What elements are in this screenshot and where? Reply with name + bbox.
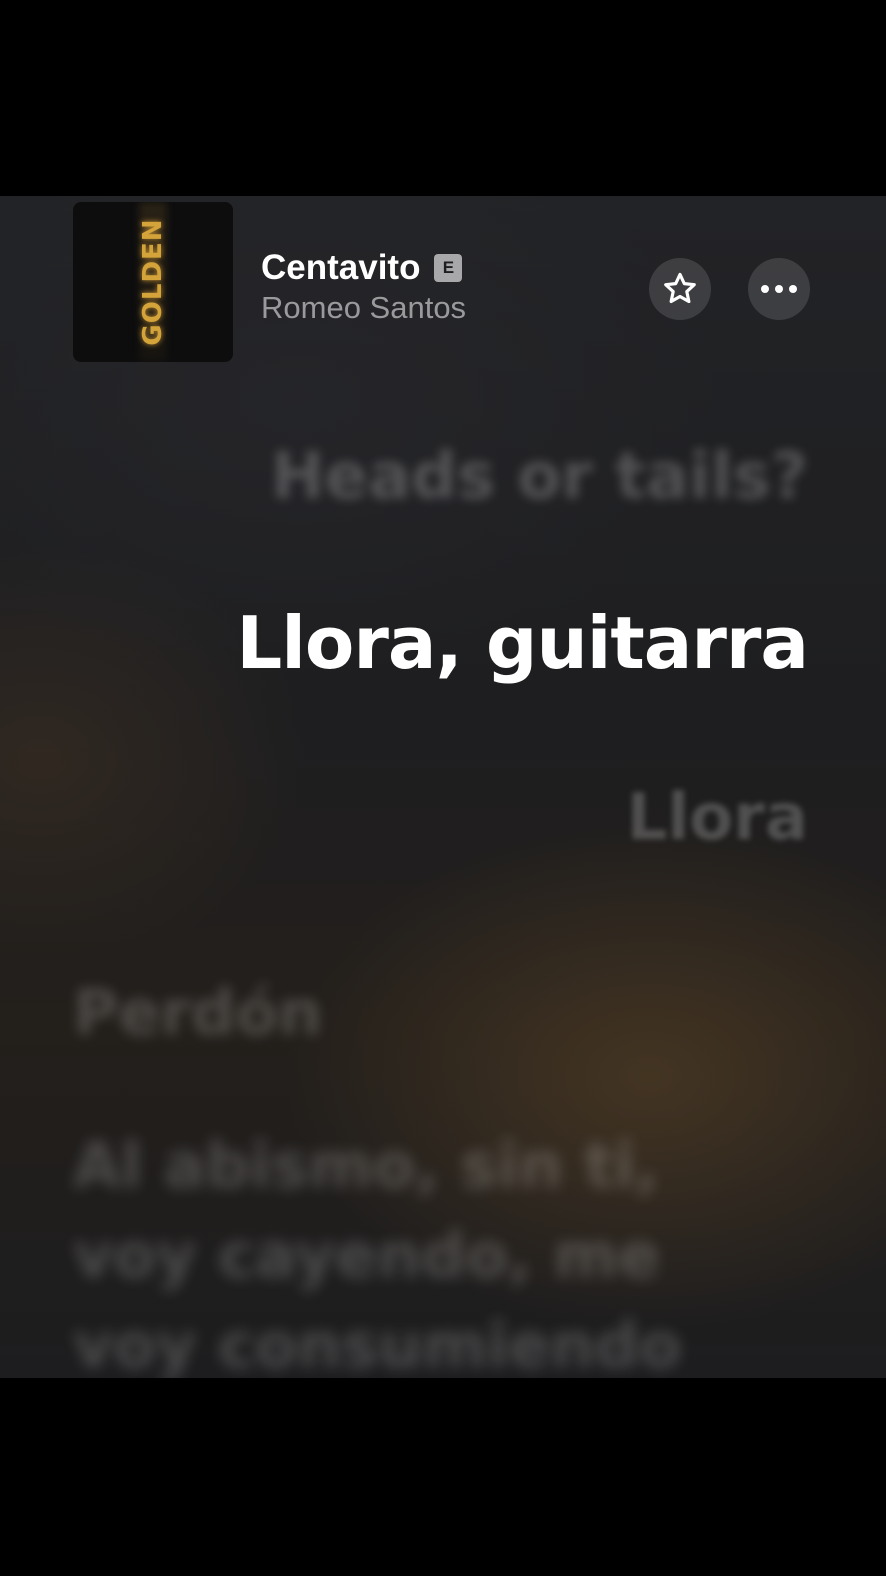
star-icon xyxy=(664,272,696,304)
track-artist[interactable]: Romeo Santos xyxy=(261,290,466,326)
lyric-line-previous[interactable]: Heads or tails? xyxy=(271,440,808,514)
lyrics-player: GOLDEN Centavito E Romeo Santos Heads or… xyxy=(0,196,886,1378)
more-options-button[interactable] xyxy=(748,258,810,320)
album-art-logo: GOLDEN xyxy=(138,218,168,346)
favorite-button[interactable] xyxy=(649,258,711,320)
lyric-line-upcoming-block[interactable]: Al abismo, sin ti, voy cayendo, me voy c… xyxy=(73,1121,713,1378)
lyric-line-next[interactable]: Llora xyxy=(627,781,808,855)
explicit-badge: E xyxy=(434,254,463,282)
title-row: Centavito E xyxy=(261,248,466,288)
track-title: Centavito xyxy=(261,248,421,287)
ellipsis-icon xyxy=(761,285,797,293)
lyric-line-upcoming[interactable]: Perdón xyxy=(73,976,322,1049)
album-artwork[interactable]: GOLDEN xyxy=(73,202,233,362)
lyric-line-current[interactable]: Llora, guitarra xyxy=(236,601,809,685)
screen: GOLDEN Centavito E Romeo Santos Heads or… xyxy=(0,0,886,1576)
track-info[interactable]: Centavito E Romeo Santos xyxy=(261,248,466,326)
